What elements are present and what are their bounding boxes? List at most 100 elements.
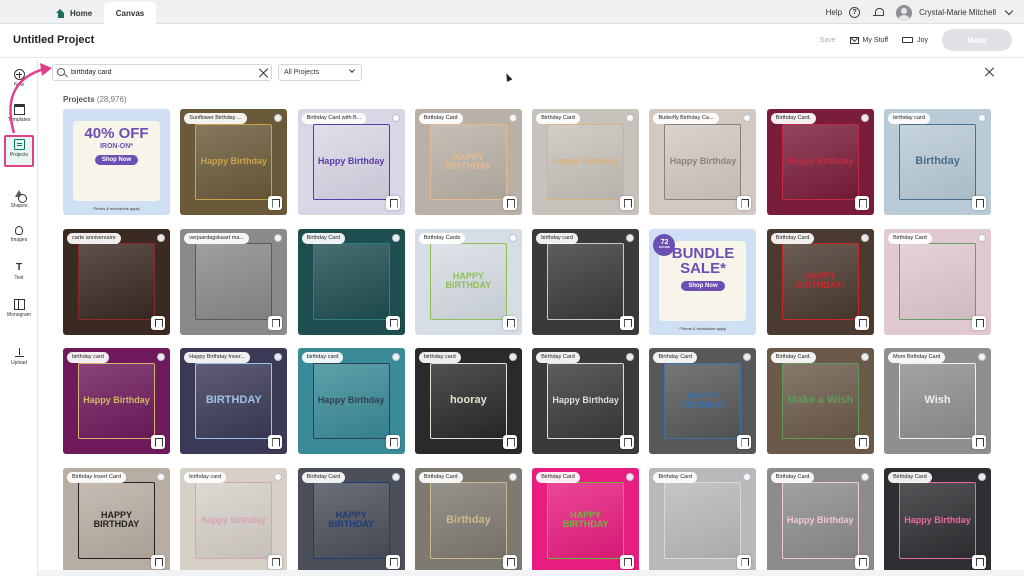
card-artwork: HAPPY BIRTHDAY bbox=[429, 123, 507, 201]
project-card[interactable]: happy birthday birthday card bbox=[180, 467, 288, 574]
machine-button[interactable]: Joy bbox=[902, 37, 928, 44]
project-card[interactable]: HAPPY BIRTHDAY Birthday Card bbox=[649, 348, 757, 454]
user-name[interactable]: Crystal-Marie Mitchell bbox=[919, 8, 996, 17]
project-card[interactable]: Happy Birthday Birthday Card with B... bbox=[297, 109, 405, 215]
bookmark-icon[interactable] bbox=[268, 554, 283, 569]
project-card[interactable]: Happy Birthday Butterfly Birthday Ca... bbox=[649, 109, 757, 215]
bookmark-icon[interactable] bbox=[620, 315, 635, 330]
bookmark-icon[interactable] bbox=[972, 315, 987, 330]
project-filter-select[interactable]: All Projects bbox=[278, 64, 362, 81]
project-card[interactable]: Happy Birthday birthday card bbox=[63, 348, 170, 454]
bookmark-icon[interactable] bbox=[268, 196, 283, 210]
bookmark-icon[interactable] bbox=[854, 315, 869, 330]
bookmark-icon[interactable] bbox=[972, 435, 987, 449]
bookmark-icon[interactable] bbox=[972, 554, 987, 569]
bookmark-icon[interactable] bbox=[268, 435, 283, 449]
bookmark-icon[interactable] bbox=[151, 315, 165, 330]
project-card[interactable]: HAPPY BIRTHDAY Birthday Insert Card bbox=[63, 467, 170, 574]
sidebar-label-new: New bbox=[13, 82, 24, 88]
search-input[interactable] bbox=[71, 65, 251, 80]
card-title: Birthday Card bbox=[653, 352, 698, 363]
my-stuff-button[interactable]: My Stuff bbox=[849, 36, 888, 44]
sidebar-item-new[interactable]: New bbox=[2, 69, 36, 88]
bookmark-icon[interactable] bbox=[620, 196, 635, 210]
close-panel-icon[interactable] bbox=[985, 67, 995, 77]
project-card[interactable]: Happy Birthday Birthday Card bbox=[766, 467, 874, 574]
project-card[interactable]: Happy Birthday Birthday Card. bbox=[766, 109, 874, 215]
bookmark-icon[interactable] bbox=[620, 435, 635, 449]
bookmark-icon[interactable] bbox=[502, 554, 517, 569]
project-card[interactable]: 40% OFF IRON-ON* Shop Now *Terms & exclusio… bbox=[63, 109, 170, 215]
project-title[interactable]: Untitled Project bbox=[13, 34, 94, 46]
project-card[interactable]: Birthday Card bbox=[649, 467, 757, 574]
help-link[interactable]: Help bbox=[826, 8, 842, 17]
project-card[interactable]: Happy Birthday birthday card bbox=[297, 348, 405, 454]
bookmark-icon[interactable] bbox=[502, 435, 517, 449]
project-card[interactable]: Happy Birthday Birthday Card bbox=[532, 348, 640, 454]
project-card[interactable]: Make a Wish Birthday Card. bbox=[766, 348, 874, 454]
bookmark-icon[interactable] bbox=[620, 554, 635, 569]
project-card[interactable]: BIRTHDAY Happy Birthday Inser... bbox=[180, 348, 288, 454]
project-card[interactable]: HAPPY BIRTHDAY Birthday Card bbox=[297, 467, 405, 574]
sidebar-item-monogram[interactable]: Monogram bbox=[2, 299, 36, 318]
make-button[interactable]: Make bbox=[942, 29, 1012, 51]
sidebar-item-templates[interactable]: Templates bbox=[2, 104, 36, 123]
project-card[interactable]: Birthday birthday card bbox=[884, 109, 992, 215]
shop-now-button[interactable]: Shop Now bbox=[681, 280, 725, 291]
card-title: Birthday Insert Card bbox=[67, 471, 126, 483]
avatar[interactable] bbox=[896, 4, 913, 21]
search-field[interactable] bbox=[52, 64, 272, 81]
project-card[interactable]: BUNDLE SALE* Shop Now *Terms & exclusions … bbox=[649, 228, 757, 335]
bookmark-icon[interactable] bbox=[385, 315, 400, 330]
shop-now-button[interactable]: Shop Now bbox=[94, 155, 139, 165]
project-card[interactable]: Happy Birthday Sunflower Birthday ... bbox=[180, 109, 288, 215]
tab-home[interactable]: Home bbox=[52, 2, 98, 24]
bookmark-icon[interactable] bbox=[385, 435, 400, 449]
project-card[interactable]: Birthday Birthday Card bbox=[414, 467, 522, 574]
save-button[interactable]: Save bbox=[820, 37, 836, 44]
sidebar-item-projects[interactable]: Projects bbox=[2, 139, 36, 158]
project-card[interactable]: Wish Mom Birthday Card bbox=[884, 348, 992, 454]
sidebar-item-text[interactable]: T Text bbox=[2, 262, 36, 281]
card-artwork: Happy Birthday bbox=[899, 482, 977, 559]
linked-project-icon bbox=[626, 353, 635, 361]
bookmark-icon[interactable] bbox=[737, 196, 752, 210]
bookmark-icon[interactable] bbox=[268, 315, 283, 330]
linked-project-icon bbox=[743, 114, 752, 122]
bottom-bar bbox=[38, 570, 1024, 576]
bookmark-icon[interactable] bbox=[385, 554, 400, 569]
bookmark-icon[interactable] bbox=[151, 435, 165, 449]
sidebar-item-images[interactable]: Images bbox=[2, 226, 36, 243]
bookmark-icon[interactable] bbox=[151, 554, 165, 569]
project-card[interactable]: Birthday Card bbox=[884, 228, 992, 335]
project-card[interactable]: Birthday Card bbox=[297, 228, 405, 335]
project-card[interactable]: HAPPY BIRTHDAY! Birthday Card bbox=[766, 228, 874, 335]
sidebar-item-shapes[interactable]: Shapes bbox=[2, 190, 36, 209]
bookmark-icon[interactable] bbox=[854, 196, 869, 210]
project-card[interactable]: Happy Birthday Birthday Card bbox=[884, 467, 992, 574]
card-artwork: Birthday bbox=[899, 123, 977, 201]
help-icon[interactable]: ? bbox=[849, 7, 861, 18]
chevron-down-icon[interactable] bbox=[1004, 6, 1014, 16]
project-card[interactable]: HAPPY BIRTHDAY Birthday Card bbox=[414, 109, 522, 215]
project-card[interactable]: HAPPY BIRTHDAY Birthday Card bbox=[532, 467, 640, 574]
project-card[interactable]: hooray birthday card bbox=[414, 348, 522, 454]
bookmark-icon[interactable] bbox=[502, 315, 517, 330]
bookmark-icon[interactable] bbox=[854, 435, 869, 449]
project-card[interactable]: carte anniversaire bbox=[63, 228, 170, 335]
project-card[interactable]: HAPPY BIRTHDAY Birthday Cards bbox=[414, 228, 522, 335]
bookmark-icon[interactable] bbox=[385, 196, 400, 210]
tab-canvas[interactable]: Canvas bbox=[104, 2, 156, 24]
project-card[interactable]: Happy Birthday Birthday Card bbox=[532, 109, 640, 215]
bookmark-icon[interactable] bbox=[972, 196, 987, 210]
card-artwork: Wish bbox=[899, 362, 977, 440]
project-card[interactable]: verjaardagskaart ma... bbox=[180, 228, 288, 335]
clear-search-icon[interactable] bbox=[259, 68, 269, 78]
bell-icon[interactable] bbox=[873, 7, 884, 18]
bookmark-icon[interactable] bbox=[854, 554, 869, 569]
bookmark-icon[interactable] bbox=[737, 554, 752, 569]
bookmark-icon[interactable] bbox=[737, 435, 752, 449]
bookmark-icon[interactable] bbox=[502, 196, 517, 210]
project-card[interactable]: birthday card bbox=[532, 228, 640, 335]
sidebar-item-upload[interactable]: Upload bbox=[2, 347, 36, 366]
